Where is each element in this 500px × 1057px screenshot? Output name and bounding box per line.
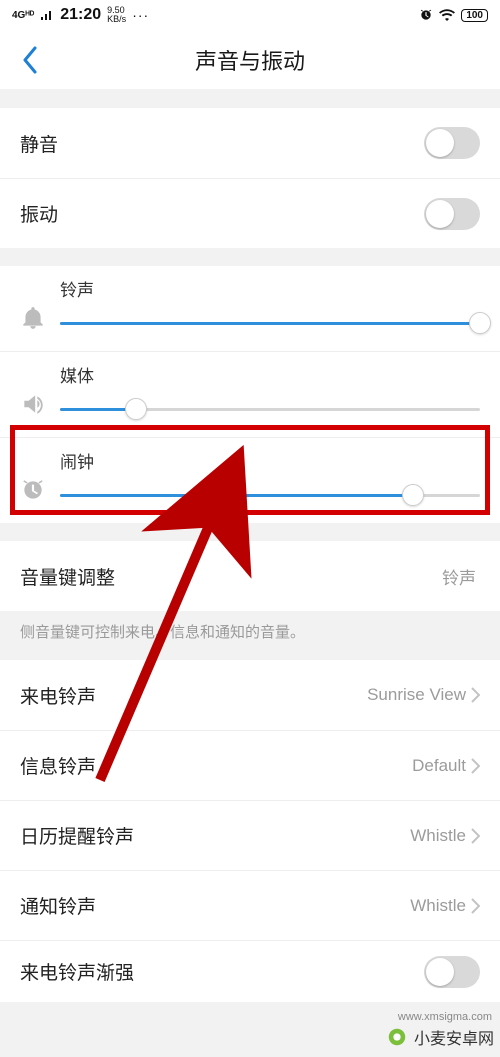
row-label: 日历提醒铃声 bbox=[20, 822, 410, 849]
chevron-right-icon bbox=[470, 758, 480, 774]
row-label: 来电铃声渐强 bbox=[20, 958, 424, 985]
alarm-slider[interactable] bbox=[60, 483, 480, 507]
vibrate-toggle[interactable] bbox=[424, 198, 480, 230]
media-slider-row: 媒体 bbox=[0, 351, 500, 437]
row-value: Default bbox=[412, 756, 466, 776]
battery-indicator: 100 bbox=[461, 9, 488, 22]
volume-key-value: 铃声 bbox=[442, 564, 476, 589]
wifi-icon bbox=[439, 9, 455, 21]
volume-key-group: 音量键调整 铃声 bbox=[0, 541, 500, 611]
mute-label: 静音 bbox=[20, 130, 424, 157]
vibrate-label: 振动 bbox=[20, 200, 424, 227]
bell-icon bbox=[20, 279, 60, 333]
volume-key-row[interactable]: 音量键调整 铃声 bbox=[0, 541, 500, 611]
incoming-ringtone-row[interactable]: 来电铃声 Sunrise View bbox=[0, 660, 500, 730]
crescendo-row[interactable]: 来电铃声渐强 bbox=[0, 940, 500, 1002]
nav-bar: 声音与振动 bbox=[0, 30, 500, 90]
alarm-clock-icon bbox=[20, 451, 60, 505]
row-label: 通知铃声 bbox=[20, 892, 410, 919]
chevron-right-icon bbox=[470, 828, 480, 844]
row-value: Whistle bbox=[410, 896, 466, 916]
alarm-slider-label: 闹钟 bbox=[60, 448, 480, 473]
page-title: 声音与振动 bbox=[0, 44, 500, 76]
chevron-right-icon bbox=[470, 898, 480, 914]
calendar-ringtone-row[interactable]: 日历提醒铃声 Whistle bbox=[0, 800, 500, 870]
message-ringtone-row[interactable]: 信息铃声 Default bbox=[0, 730, 500, 800]
alarm-icon bbox=[419, 8, 433, 22]
vibrate-row[interactable]: 振动 bbox=[0, 178, 500, 248]
crescendo-toggle[interactable] bbox=[424, 956, 480, 988]
mute-row[interactable]: 静音 bbox=[0, 108, 500, 178]
ringtone-slider-row: 铃声 bbox=[0, 266, 500, 351]
chevron-left-icon bbox=[21, 46, 39, 74]
network-indicator: 4Gᴴᴰ bbox=[12, 10, 34, 21]
more-icon: ··· bbox=[132, 7, 149, 23]
alarm-slider-row: 闹钟 bbox=[0, 437, 500, 523]
watermark-text: 小麦安卓网 bbox=[414, 1025, 494, 1049]
chevron-right-icon bbox=[470, 687, 480, 703]
volume-key-hint: 侧音量键可控制来电、信息和通知的音量。 bbox=[0, 611, 500, 660]
row-label: 信息铃声 bbox=[20, 752, 412, 779]
row-label: 来电铃声 bbox=[20, 682, 367, 709]
status-right: 100 bbox=[419, 8, 488, 22]
watermark-logo-icon bbox=[386, 1026, 408, 1048]
media-slider[interactable] bbox=[60, 397, 480, 421]
row-value: Whistle bbox=[410, 826, 466, 846]
ringtone-slider-label: 铃声 bbox=[60, 276, 480, 301]
mute-toggle[interactable] bbox=[424, 127, 480, 159]
ringtone-group: 来电铃声 Sunrise View 信息铃声 Default 日历提醒铃声 Wh… bbox=[0, 660, 500, 1002]
watermark-url: www.xmsigma.com bbox=[398, 1011, 492, 1023]
clock: 21:20 bbox=[60, 6, 101, 24]
notify-ringtone-row[interactable]: 通知铃声 Whistle bbox=[0, 870, 500, 940]
toggle-group: 静音 振动 bbox=[0, 108, 500, 248]
ringtone-slider[interactable] bbox=[60, 311, 480, 335]
volume-key-label: 音量键调整 bbox=[20, 563, 442, 590]
back-button[interactable] bbox=[8, 30, 52, 89]
net-speed: 9.50 KB/s bbox=[107, 6, 126, 24]
speaker-icon bbox=[20, 365, 60, 419]
status-left: 4Gᴴᴰ 21:20 9.50 KB/s ··· bbox=[12, 6, 149, 24]
media-slider-label: 媒体 bbox=[60, 362, 480, 387]
watermark: 小麦安卓网 bbox=[386, 1025, 494, 1049]
signal-icon bbox=[40, 9, 54, 21]
row-value: Sunrise View bbox=[367, 685, 466, 705]
slider-group: 铃声 媒体 闹钟 bbox=[0, 266, 500, 523]
status-bar: 4Gᴴᴰ 21:20 9.50 KB/s ··· 100 bbox=[0, 0, 500, 30]
